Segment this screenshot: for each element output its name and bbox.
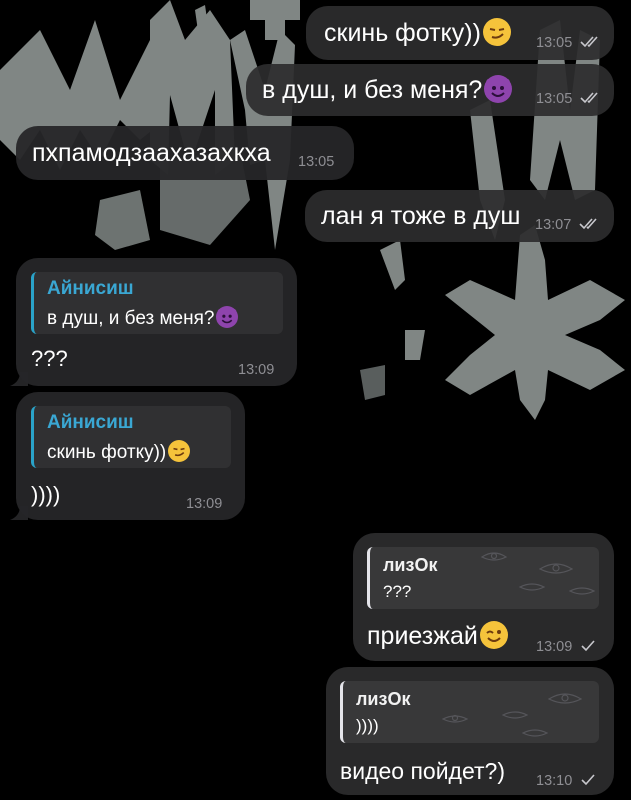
reply-text: ???: [383, 582, 412, 601]
read-receipt-icon: [580, 92, 598, 104]
message-bubble-incoming[interactable]: Айнисиш в душ, и без меня? ??? 13:09: [16, 258, 297, 386]
message-bubble-incoming[interactable]: пхпамодзаахазахкха 13:05: [16, 126, 354, 180]
bubble-tail: [10, 372, 28, 386]
message-time: 13:09: [186, 496, 223, 512]
reply-preview[interactable]: лизОк ???: [367, 547, 599, 609]
smiling-devil-emoji-icon: [484, 75, 513, 103]
reply-author: лизОк: [383, 555, 438, 575]
message-text: лан я тоже в душ: [321, 202, 521, 230]
message-text: видео пойдет?): [340, 758, 505, 784]
message-text: )))): [31, 482, 61, 507]
smirk-emoji-icon: [482, 18, 511, 46]
reply-text: )))): [356, 716, 379, 735]
reply-author: Айнисиш: [47, 412, 134, 433]
message-time: 13:10: [536, 773, 573, 789]
sent-check-icon: [581, 640, 595, 652]
message-time: 13:05: [536, 35, 573, 51]
read-receipt-icon: [579, 218, 597, 230]
reply-author: лизОк: [356, 689, 411, 709]
message-bubble-outgoing[interactable]: скинь фотку)) 13:05: [306, 6, 614, 60]
message-time: 13:07: [535, 217, 572, 233]
reply-text: в душ, и без меня?: [47, 306, 239, 330]
reply-author: Айнисиш: [47, 278, 134, 299]
reply-preview[interactable]: лизОк )))): [340, 681, 599, 743]
bubble-tail: [10, 506, 28, 520]
smirk-emoji-icon: [168, 440, 191, 462]
reply-preview[interactable]: Айнисиш скинь фотку)): [31, 406, 231, 468]
winking-face-emoji-icon: [479, 621, 508, 649]
message-time: 13:09: [238, 362, 275, 378]
message-text: приезжай: [367, 621, 508, 651]
sent-check-icon: [581, 774, 595, 786]
message-text: скинь фотку)): [324, 18, 511, 48]
smiling-devil-emoji-icon: [216, 306, 239, 328]
message-bubble-incoming[interactable]: Айнисиш скинь фотку)) )))) 13:09: [16, 392, 245, 520]
message-text: ???: [31, 346, 68, 371]
message-text: пхпамодзаахазахкха: [32, 139, 271, 167]
reply-preview[interactable]: Айнисиш в душ, и без меня?: [31, 272, 283, 334]
message-bubble-outgoing[interactable]: в душ, и без меня? 13:05: [246, 64, 614, 116]
message-bubble-outgoing[interactable]: лизОк ??? приезжай 13:09: [353, 533, 614, 661]
reply-text: скинь фотку)): [47, 440, 191, 464]
message-text: в душ, и без меня?: [262, 75, 513, 105]
message-time: 13:09: [536, 639, 573, 655]
message-bubble-outgoing[interactable]: лан я тоже в душ 13:07: [305, 190, 614, 242]
message-bubble-outgoing[interactable]: лизОк )))) видео пойдет?) 13:10: [326, 667, 614, 795]
read-receipt-icon: [580, 36, 598, 48]
message-time: 13:05: [536, 91, 573, 107]
message-time: 13:05: [298, 154, 335, 170]
